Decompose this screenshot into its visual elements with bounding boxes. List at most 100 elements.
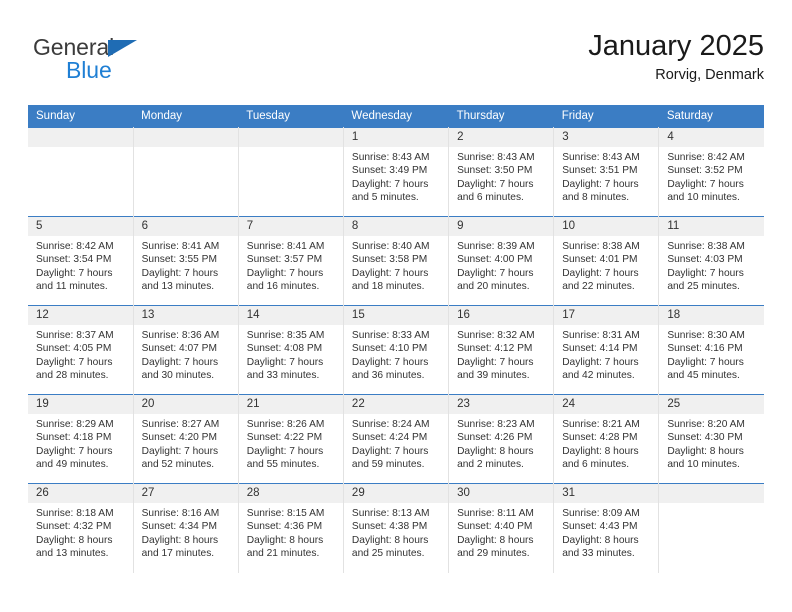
day-details: Sunrise: 8:27 AM Sunset: 4:20 PM Daylight:… (134, 414, 238, 472)
day-number: 16 (449, 306, 554, 325)
calendar-day-cell[interactable]: 14 Sunrise: 8:35 AM Sunset: 4:08 PM Dayligh… (238, 305, 344, 395)
day-number: 2 (449, 128, 554, 147)
sunrise-time: Sunrise: 8:43 AM (562, 152, 640, 163)
calendar-day-cell[interactable]: 23 Sunrise: 8:23 AM Sunset: 4:26 PM Dayligh… (448, 394, 555, 484)
calendar-day-cell[interactable]: 22 Sunrise: 8:24 AM Sunset: 4:24 PM Dayligh… (343, 394, 450, 484)
sunset-time: Sunset: 3:57 PM (246, 254, 323, 266)
sunset-time: Sunset: 4:16 PM (667, 343, 743, 355)
weekday-header-tuesday: Tuesday (238, 105, 344, 128)
calendar-day-cell[interactable]: 18 Sunrise: 8:30 AM Sunset: 4:16 PM Dayligh… (658, 305, 764, 395)
daylight-duration-line1: Daylight: 7 hours (667, 267, 744, 279)
day-details: Sunrise: 8:41 AM Sunset: 3:55 PM Daylight:… (134, 236, 238, 294)
daylight-duration-line1: Daylight: 7 hours (351, 445, 429, 457)
calendar-week-row: 19 Sunrise: 8:29 AM Sunset: 4:18 PM Dayligh… (28, 394, 764, 484)
calendar-week-row: 26 Sunrise: 8:18 AM Sunset: 4:32 PM Dayligh… (28, 483, 764, 573)
calendar-day-cell[interactable]: 24 Sunrise: 8:21 AM Sunset: 4:28 PM Dayligh… (553, 394, 660, 484)
calendar-day-cell[interactable]: 4 Sunrise: 8:42 AM Sunset: 3:52 PM Daylight… (658, 127, 764, 217)
sunrise-time: Sunrise: 8:43 AM (351, 152, 430, 163)
sunrise-time: Sunrise: 8:38 AM (667, 241, 745, 252)
day-number: 28 (238, 484, 343, 503)
day-number: 14 (238, 306, 343, 325)
sunset-time: Sunset: 4:28 PM (562, 432, 638, 444)
daylight-duration-line2: and 52 minutes. (141, 459, 215, 471)
daylight-duration-line2: and 8 minutes. (562, 192, 630, 204)
calendar-day-cell[interactable]: 28 Sunrise: 8:15 AM Sunset: 4:36 PM Dayligh… (238, 483, 344, 573)
sunset-time: Sunset: 3:51 PM (562, 165, 638, 177)
day-details: Sunrise: 8:24 AM Sunset: 4:24 PM Daylight:… (344, 414, 448, 472)
sunset-time: Sunset: 4:22 PM (246, 432, 323, 444)
daylight-duration-line2: and 13 minutes. (141, 281, 215, 293)
calendar-day-cell[interactable]: 9 Sunrise: 8:39 AM Sunset: 4:00 PM Daylight… (448, 216, 555, 306)
sunset-time: Sunset: 4:40 PM (457, 521, 533, 533)
calendar-day-cell[interactable]: 26 Sunrise: 8:18 AM Sunset: 4:32 PM Dayligh… (28, 483, 134, 573)
day-number: 11 (659, 217, 764, 236)
calendar-day-cell[interactable]: 7 Sunrise: 8:41 AM Sunset: 3:57 PM Daylight… (238, 216, 344, 306)
day-number: 19 (28, 395, 133, 414)
sunrise-time: Sunrise: 8:35 AM (246, 330, 325, 341)
daylight-duration-line1: Daylight: 7 hours (246, 356, 324, 368)
day-number: 31 (554, 484, 659, 503)
calendar-day-cell[interactable]: 11 Sunrise: 8:38 AM Sunset: 4:03 PM Dayligh… (658, 216, 764, 306)
daylight-duration-line2: and 49 minutes. (36, 459, 109, 471)
daylight-duration-line1: Daylight: 7 hours (141, 267, 219, 279)
day-number: 24 (554, 395, 659, 414)
daylight-duration-line1: Daylight: 7 hours (36, 356, 113, 368)
daylight-duration-line2: and 20 minutes. (457, 281, 530, 293)
daylight-duration-line1: Daylight: 7 hours (457, 178, 534, 190)
calendar-day-cell[interactable]: 10 Sunrise: 8:38 AM Sunset: 4:01 PM Dayligh… (553, 216, 660, 306)
weekday-header-saturday: Saturday (658, 105, 764, 128)
day-number: 13 (133, 306, 238, 325)
sunrise-time: Sunrise: 8:31 AM (562, 330, 640, 341)
day-details: Sunrise: 8:20 AM Sunset: 4:30 PM Daylight:… (659, 414, 764, 472)
day-number: 3 (554, 128, 659, 147)
day-number: 26 (28, 484, 133, 503)
weekday-header-sunday: Sunday (28, 105, 134, 128)
calendar-day-cell[interactable]: 8 Sunrise: 8:40 AM Sunset: 3:58 PM Daylight… (343, 216, 450, 306)
calendar-day-cell[interactable]: 20 Sunrise: 8:27 AM Sunset: 4:20 PM Dayligh… (133, 394, 239, 484)
weekday-header-wednesday: Wednesday (343, 105, 449, 128)
daylight-duration-line1: Daylight: 8 hours (36, 534, 113, 546)
daylight-duration-line1: Daylight: 7 hours (141, 445, 219, 457)
daylight-duration-line2: and 36 minutes. (351, 370, 425, 382)
calendar-day-cell[interactable]: 17 Sunrise: 8:31 AM Sunset: 4:14 PM Dayligh… (553, 305, 660, 395)
calendar-day-cell[interactable]: 13 Sunrise: 8:36 AM Sunset: 4:07 PM Dayligh… (133, 305, 239, 395)
calendar-header-row: Sunday Monday Tuesday Wednesday Thursday… (28, 105, 764, 128)
sunrise-time: Sunrise: 8:20 AM (667, 419, 745, 430)
calendar-day-cell[interactable]: 1 Sunrise: 8:43 AM Sunset: 3:49 PM Daylight… (343, 127, 450, 217)
daylight-duration-line1: Daylight: 7 hours (351, 267, 429, 279)
calendar-day-cell[interactable]: 15 Sunrise: 8:33 AM Sunset: 4:10 PM Dayligh… (343, 305, 450, 395)
calendar-day-cell[interactable]: 5 Sunrise: 8:42 AM Sunset: 3:54 PM Daylight… (28, 216, 134, 306)
daylight-duration-line1: Daylight: 7 hours (36, 267, 113, 279)
sunset-time: Sunset: 4:08 PM (246, 343, 323, 355)
calendar-day-cell[interactable]: 16 Sunrise: 8:32 AM Sunset: 4:12 PM Dayligh… (448, 305, 555, 395)
day-details: Sunrise: 8:35 AM Sunset: 4:08 PM Daylight:… (239, 325, 343, 383)
day-details: Sunrise: 8:23 AM Sunset: 4:26 PM Daylight:… (449, 414, 553, 472)
day-details: Sunrise: 8:43 AM Sunset: 3:50 PM Daylight:… (449, 147, 553, 205)
calendar-day-cell[interactable]: 12 Sunrise: 8:37 AM Sunset: 4:05 PM Dayligh… (28, 305, 134, 395)
calendar-day-cell[interactable]: 27 Sunrise: 8:16 AM Sunset: 4:34 PM Dayligh… (133, 483, 239, 573)
calendar-day-cell[interactable]: 19 Sunrise: 8:29 AM Sunset: 4:18 PM Dayligh… (28, 394, 134, 484)
day-details: Sunrise: 8:16 AM Sunset: 4:34 PM Daylight:… (134, 503, 238, 561)
logo-text-blue: Blue (66, 57, 112, 83)
day-details: Sunrise: 8:42 AM Sunset: 3:54 PM Daylight:… (28, 236, 133, 294)
calendar-day-cell[interactable]: 31 Sunrise: 8:09 AM Sunset: 4:43 PM Dayligh… (553, 483, 660, 573)
sunset-time: Sunset: 4:07 PM (141, 343, 217, 355)
sunrise-time: Sunrise: 8:18 AM (36, 508, 114, 519)
calendar-day-cell[interactable]: 25 Sunrise: 8:20 AM Sunset: 4:30 PM Dayligh… (658, 394, 764, 484)
day-details: Sunrise: 8:33 AM Sunset: 4:10 PM Daylight:… (344, 325, 448, 383)
sunrise-time: Sunrise: 8:15 AM (246, 508, 325, 519)
calendar-day-cell[interactable]: 21 Sunrise: 8:26 AM Sunset: 4:22 PM Dayligh… (238, 394, 344, 484)
calendar-day-cell[interactable]: 6 Sunrise: 8:41 AM Sunset: 3:55 PM Daylight… (133, 216, 239, 306)
sunset-time: Sunset: 3:49 PM (351, 165, 428, 177)
daylight-duration-line1: Daylight: 7 hours (36, 445, 113, 457)
calendar-day-cell[interactable]: 2 Sunrise: 8:43 AM Sunset: 3:50 PM Daylight… (448, 127, 555, 217)
daylight-duration-line2: and 21 minutes. (246, 548, 320, 560)
calendar-day-cell[interactable]: 30 Sunrise: 8:11 AM Sunset: 4:40 PM Dayligh… (448, 483, 555, 573)
calendar-day-cell[interactable]: 3 Sunrise: 8:43 AM Sunset: 3:51 PM Daylight… (553, 127, 660, 217)
daylight-duration-line2: and 45 minutes. (667, 370, 740, 382)
daylight-duration-line1: Daylight: 7 hours (141, 356, 219, 368)
calendar-day-cell[interactable]: 29 Sunrise: 8:13 AM Sunset: 4:38 PM Dayligh… (343, 483, 450, 573)
daylight-duration-line2: and 10 minutes. (667, 459, 740, 471)
sunset-time: Sunset: 4:36 PM (246, 521, 323, 533)
daylight-duration-line1: Daylight: 7 hours (667, 178, 744, 190)
